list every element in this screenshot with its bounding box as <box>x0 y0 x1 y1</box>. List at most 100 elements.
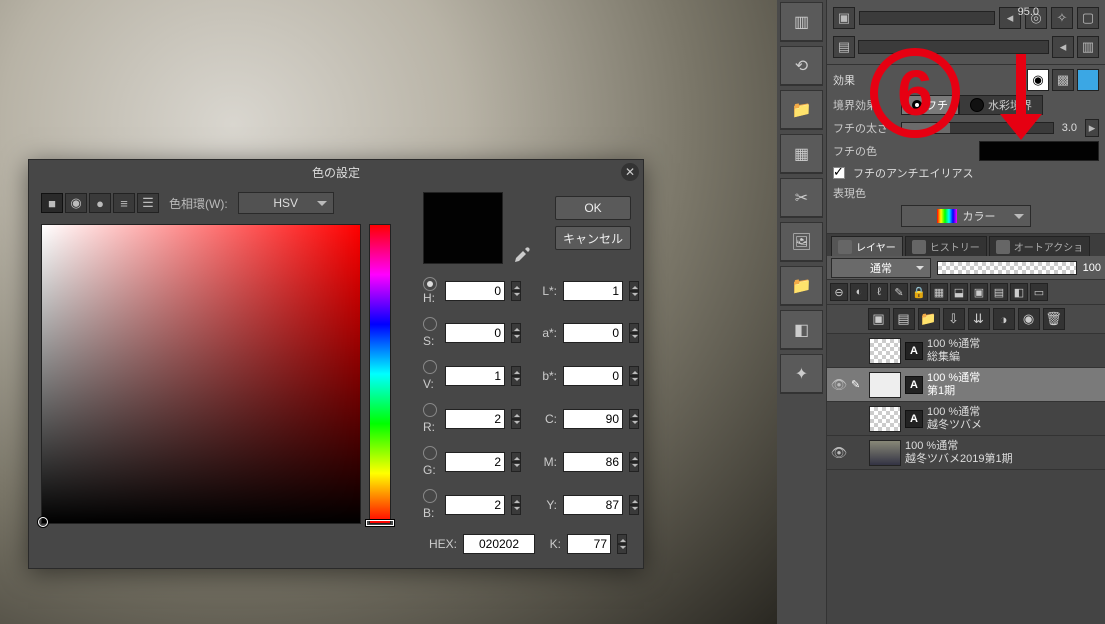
input-s[interactable] <box>445 323 505 343</box>
lt-1[interactable]: ⊖ <box>830 283 848 301</box>
lt-10[interactable]: ◧ <box>1010 283 1028 301</box>
new-layer-icon[interactable]: ▣ <box>868 308 890 330</box>
toolprop-icon-1[interactable]: ▣ <box>833 7 855 29</box>
spin-h[interactable] <box>511 281 521 301</box>
mask-icon[interactable]: ◑ <box>993 308 1015 330</box>
input-l[interactable] <box>563 281 623 301</box>
layer-row[interactable]: 👁 ✎ A 100 %通常第1期 <box>827 368 1105 402</box>
saturation-value-area[interactable] <box>41 224 361 524</box>
dock-btn-2[interactable]: ⟲ <box>780 46 823 86</box>
input-y[interactable] <box>563 495 623 515</box>
radio-s[interactable] <box>423 317 437 331</box>
radio-h[interactable] <box>423 277 437 291</box>
spin-a[interactable] <box>629 323 639 343</box>
spin-v[interactable] <box>511 366 521 386</box>
input-b-lab[interactable] <box>563 366 623 386</box>
lt-8[interactable]: ▣ <box>970 283 988 301</box>
dock-btn-5[interactable]: ✂ <box>780 178 823 218</box>
layer-row[interactable]: A 100 %通常越冬ツバメ <box>827 402 1105 436</box>
radio-v[interactable] <box>423 360 437 374</box>
input-b[interactable] <box>445 495 505 515</box>
new-folder-icon[interactable]: 📁 <box>918 308 940 330</box>
lt-lock[interactable]: 🔒 <box>910 283 928 301</box>
spin-g[interactable] <box>511 452 521 472</box>
lt-2[interactable]: ◐ <box>850 283 868 301</box>
toolprop-slider-2[interactable] <box>858 40 1049 54</box>
tab-layer[interactable]: レイヤー <box>831 236 903 256</box>
lt-7[interactable]: ⬓ <box>950 283 968 301</box>
picker-mode-bars-icon[interactable]: ≡ <box>113 193 135 213</box>
dock-btn-1[interactable]: ▥ <box>780 2 823 42</box>
input-g[interactable] <box>445 452 505 472</box>
layer-row[interactable]: A 100 %通常総集編 <box>827 334 1105 368</box>
effect-color-chip[interactable] <box>1077 69 1099 91</box>
effect-checker-icon[interactable]: ▩ <box>1052 69 1074 91</box>
dock-btn-folder1[interactable]: 📁 <box>780 90 823 130</box>
spin-r[interactable] <box>511 409 521 429</box>
spin-l[interactable] <box>629 281 639 301</box>
lt-6[interactable]: ▦ <box>930 283 948 301</box>
toolprop2-icon-2[interactable]: ▥ <box>1077 36 1099 58</box>
dock-btn-cube[interactable]: ◧ <box>780 310 823 350</box>
input-h[interactable] <box>445 281 505 301</box>
lt-4[interactable]: ✎ <box>890 283 908 301</box>
opacity-slider[interactable] <box>937 261 1077 275</box>
picker-mode-sphere-icon[interactable]: ● <box>89 193 111 213</box>
thickness-stepper[interactable]: ▸ <box>1085 119 1099 137</box>
dock-btn-pose[interactable]: ✦ <box>780 354 823 394</box>
picker-mode-list-icon[interactable]: ☰ <box>137 193 159 213</box>
layer-list[interactable]: A 100 %通常総集編 👁 ✎ A 100 %通常第1期 A 100 %通常越… <box>827 334 1105 624</box>
eyedropper-icon[interactable] <box>513 246 531 264</box>
spin-m[interactable] <box>629 452 639 472</box>
dock-btn-image[interactable]: 🖼 <box>780 222 823 262</box>
dock-btn-4[interactable]: ▦ <box>780 134 823 174</box>
hex-input[interactable] <box>463 534 535 554</box>
lt-3[interactable]: ℓ <box>870 283 888 301</box>
delete-layer-icon[interactable]: 🗑 <box>1043 308 1065 330</box>
spin-k[interactable] <box>617 534 627 554</box>
toolprop2-icon-1[interactable]: ▤ <box>833 36 855 58</box>
color-model-select[interactable]: HSV <box>238 192 334 214</box>
input-c[interactable] <box>563 409 623 429</box>
mask2-icon[interactable]: ◉ <box>1018 308 1040 330</box>
close-icon[interactable]: ✕ <box>621 163 639 181</box>
dock-btn-folder2[interactable]: 📁 <box>780 266 823 306</box>
transfer-icon[interactable]: ⇩ <box>943 308 965 330</box>
toolprop2-icon-back[interactable]: ◂ <box>1052 36 1074 58</box>
new-layer2-icon[interactable]: ▤ <box>893 308 915 330</box>
radio-b[interactable] <box>423 489 437 503</box>
visibility-toggle[interactable] <box>831 411 847 427</box>
layer-row[interactable]: 👁 100 %通常越冬ツバメ2019第1期 <box>827 436 1105 470</box>
cancel-button[interactable]: キャンセル <box>555 226 631 250</box>
spin-s[interactable] <box>511 323 521 343</box>
input-v[interactable] <box>445 366 505 386</box>
tab-history[interactable]: ヒストリー <box>905 236 987 256</box>
input-a[interactable] <box>563 323 623 343</box>
lt-11[interactable]: ▭ <box>1030 283 1048 301</box>
spin-b-lab[interactable] <box>629 366 639 386</box>
express-color-select[interactable]: カラー <box>901 205 1031 227</box>
hue-slider[interactable] <box>369 224 391 524</box>
toolprop-icon-sparkle[interactable]: ✧ <box>1051 7 1073 29</box>
input-r[interactable] <box>445 409 505 429</box>
radio-g[interactable] <box>423 446 437 460</box>
input-k[interactable] <box>567 534 611 554</box>
lt-9[interactable]: ▤ <box>990 283 1008 301</box>
merge-icon[interactable]: ⇊ <box>968 308 990 330</box>
blend-mode-select[interactable]: 通常 <box>831 258 931 278</box>
brush-size-slider[interactable] <box>859 11 995 25</box>
spin-c[interactable] <box>629 409 639 429</box>
tab-autoaction[interactable]: オートアクショ <box>989 236 1091 256</box>
input-m[interactable] <box>563 452 623 472</box>
visibility-toggle[interactable]: 👁 <box>831 445 847 461</box>
antialias-checkbox[interactable] <box>833 167 845 179</box>
spin-y[interactable] <box>629 495 639 515</box>
ok-button[interactable]: OK <box>555 196 631 220</box>
spin-b[interactable] <box>511 495 521 515</box>
picker-mode-ring-icon[interactable]: ◉ <box>65 193 87 213</box>
toolprop-icon-box[interactable]: ▢ <box>1077 7 1099 29</box>
radio-r[interactable] <box>423 403 437 417</box>
picker-mode-square-icon[interactable]: ■ <box>41 193 63 213</box>
visibility-toggle[interactable]: 👁 <box>831 377 847 393</box>
visibility-toggle[interactable] <box>831 343 847 359</box>
